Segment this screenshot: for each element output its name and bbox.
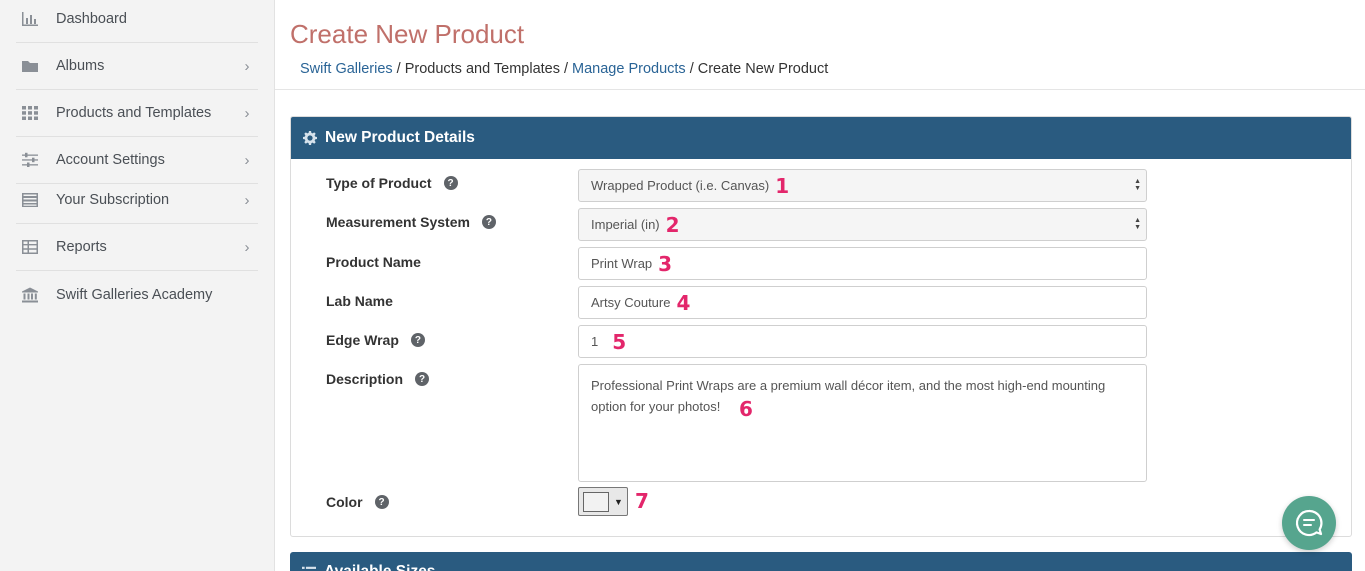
panel-title: Available Sizes [324,563,435,571]
main-content: Create New Product Swift Galleries / Produ… [275,0,1365,571]
divider [275,89,1365,90]
breadcrumb-separator: / [564,61,569,77]
sliders-icon [20,151,40,169]
measurement-system-value: Imperial (in) [591,217,660,232]
bar-chart-icon [20,10,40,28]
label-text: Description [326,371,404,387]
chevron-right-icon: › [244,238,250,256]
description-textarea[interactable]: Professional Print Wraps are a premium w… [578,364,1147,482]
select-arrows-icon: ▲ ▼ [1134,178,1141,192]
chevron-right-icon: › [244,57,250,75]
folder-icon [20,57,40,75]
lab-name-input[interactable]: Artsy Couture 4 [578,286,1147,319]
sidebar-item-label: Reports [56,239,107,255]
color-label: Color ? [326,494,389,510]
chevron-right-icon: › [244,151,250,169]
chat-button[interactable] [1282,496,1336,550]
list-icon [20,191,40,209]
help-icon[interactable]: ? [481,215,496,229]
product-name-input[interactable]: Print Wrap 3 [578,247,1147,280]
breadcrumb-link-manage-products[interactable]: Manage Products [572,61,686,77]
annotation-marker: 6 [739,397,753,421]
annotation-marker: 4 [676,290,691,315]
color-swatch [583,491,609,512]
breadcrumb-section: Products and Templates [404,61,560,77]
sidebar-item-swift-galleries-academy[interactable]: Swift Galleries Academy [16,271,258,318]
breadcrumb: Swift Galleries / Products and Templates / M… [300,61,828,77]
sidebar-item-label: Your Subscription [56,192,170,208]
breadcrumb-current: Create New Product [697,61,829,77]
label-text: Lab Name [326,293,393,309]
panel-title: New Product Details [325,129,475,146]
label-text: Type of Product [326,175,432,191]
breadcrumb-separator: / [396,61,401,77]
select-arrows-icon: ▲ ▼ [1134,217,1141,231]
sidebar-item-label: Products and Templates [56,105,212,121]
sidebar-item-label: Albums [56,58,105,74]
annotation-marker: 1 [775,173,790,198]
annotation-marker: 5 [612,329,627,354]
product-name-label: Product Name [326,254,421,270]
label-text: Measurement System [326,214,470,230]
caret-down-icon: ▼ [614,496,623,507]
description-label: Description ? [326,371,430,387]
panel-header: New Product Details [291,117,1351,159]
breadcrumb-link-home[interactable]: Swift Galleries [300,61,393,77]
label-text: Color [326,494,363,510]
bank-icon [20,286,40,304]
sidebar-item-label: Dashboard [56,11,127,27]
page-title: Create New Product [290,19,525,49]
type-of-product-select[interactable]: Wrapped Product (i.e. Canvas) 1 ▲ ▼ [578,169,1147,202]
available-sizes-panel-header: Available Sizes [290,552,1352,571]
measurement-system-label: Measurement System ? [326,214,496,230]
type-of-product-label: Type of Product ? [326,175,458,191]
help-icon[interactable]: ? [410,333,425,347]
edge-wrap-label: Edge Wrap ? [326,332,425,348]
help-icon[interactable]: ? [415,372,430,386]
measurement-system-select[interactable]: Imperial (in) 2 ▲ ▼ [578,208,1147,241]
gear-icon [303,131,317,145]
sidebar-item-label: Swift Galleries Academy [56,286,213,303]
lab-name-value: Artsy Couture [591,295,671,310]
sidebar-item-your-subscription[interactable]: Your Subscription › [16,177,258,224]
help-icon[interactable]: ? [443,176,458,190]
annotation-marker: 7 [635,489,649,513]
list-icon [302,566,316,569]
sidebar-item-dashboard[interactable]: Dashboard [16,0,258,43]
annotation-marker: 3 [658,251,673,276]
breadcrumb-separator: / [689,61,694,77]
label-text: Edge Wrap [326,332,399,348]
label-text: Product Name [326,254,421,270]
sidebar: Dashboard Albums › Products and Template… [0,0,275,571]
new-product-details-panel: New Product Details Type of Product ? Wr… [290,116,1352,537]
chat-bubble-icon [1295,509,1323,537]
help-icon[interactable]: ? [374,495,389,509]
color-picker[interactable]: ▼ [578,487,628,516]
product-name-value: Print Wrap [591,256,653,271]
annotation-marker: 2 [665,212,680,237]
sidebar-item-label: Account Settings [56,152,165,168]
chevron-right-icon: › [244,104,250,122]
edge-wrap-value: 1 [591,334,599,349]
grid-icon [20,104,40,122]
type-of-product-value: Wrapped Product (i.e. Canvas) [591,178,770,193]
sidebar-item-albums[interactable]: Albums › [16,43,258,90]
table-icon [20,238,40,256]
edge-wrap-input[interactable]: 1 5 [578,325,1147,358]
sidebar-item-reports[interactable]: Reports › [16,224,258,271]
chevron-right-icon: › [244,191,250,209]
lab-name-label: Lab Name [326,293,393,309]
sidebar-item-products-and-templates[interactable]: Products and Templates › [16,90,258,137]
